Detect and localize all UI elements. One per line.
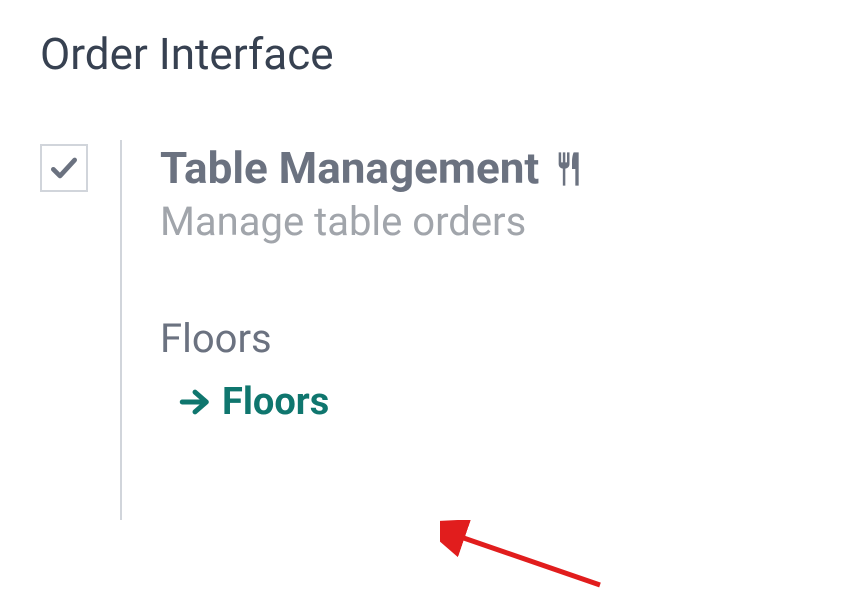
cutlery-icon — [547, 148, 587, 188]
setting-title: Table Management — [160, 142, 587, 194]
arrow-right-icon — [178, 385, 212, 419]
annotation-arrow — [440, 520, 620, 600]
floors-link-label: Floors — [222, 380, 329, 424]
floors-field-label: Floors — [160, 315, 816, 362]
table-management-checkbox[interactable] — [40, 144, 88, 192]
divider — [120, 140, 122, 520]
check-icon — [48, 152, 80, 184]
page-title: Order Interface — [40, 28, 816, 80]
floors-link[interactable]: Floors — [178, 380, 329, 424]
setting-row: Table Management Manage table orders Flo… — [40, 140, 816, 520]
setting-content: Table Management Manage table orders Flo… — [160, 140, 816, 424]
setting-title-text: Table Management — [160, 142, 539, 194]
setting-subtitle: Manage table orders — [160, 198, 816, 245]
